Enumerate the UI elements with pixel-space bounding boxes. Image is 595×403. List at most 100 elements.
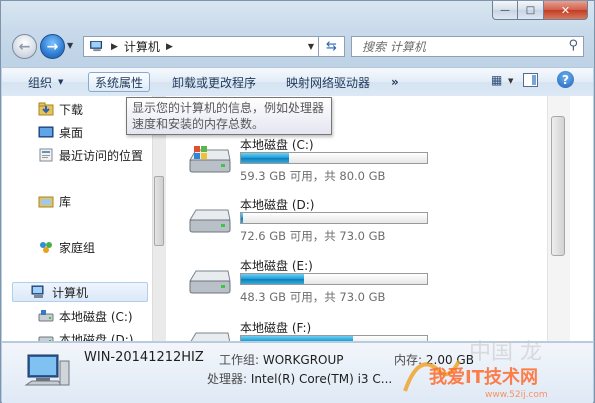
processor-label: 处理器: xyxy=(207,372,248,386)
drive-name: 本地磁盘 (D:) xyxy=(240,198,315,212)
nav-item-label: 本地磁盘 (C:) xyxy=(59,309,133,324)
drive-capacity-text: 48.3 GB 可用，共 73.0 GB xyxy=(240,290,386,304)
drive-name: 本地磁盘 (C:) xyxy=(240,138,314,152)
computer-name: WIN-20141212HIZ xyxy=(84,350,204,365)
drive-name: 本地磁盘 (F:) xyxy=(240,321,312,335)
system-properties-label: 系统属性 xyxy=(95,75,144,90)
memory-label: 内存: xyxy=(394,353,423,367)
history-dropdown-icon[interactable]: ▼ xyxy=(67,41,73,50)
drive-capacity-text: 72.6 GB 可用，共 73.0 GB xyxy=(240,229,386,243)
chevron-down-icon: ▼ xyxy=(58,78,64,86)
minimize-button[interactable]: — xyxy=(492,1,518,20)
computer-icon xyxy=(31,285,44,298)
workgroup-label: 工作组: xyxy=(219,353,260,367)
recent-places-icon xyxy=(39,148,53,162)
search-icon[interactable]: ⚲ xyxy=(568,38,578,53)
nav-item-label: 下载 xyxy=(59,102,84,117)
nav-item-label: 最近访问的位置 xyxy=(59,148,144,163)
more-commands-button[interactable]: » xyxy=(385,72,405,92)
breadcrumb-separator-icon[interactable]: ▶ xyxy=(166,42,173,52)
system-properties-button[interactable]: 系统属性 xyxy=(88,72,151,92)
tooltip-line: 显示您的计算机的信息，例如处理器 xyxy=(132,101,325,115)
desktop-icon xyxy=(38,126,54,138)
capacity-fill xyxy=(241,153,290,163)
download-folder-icon xyxy=(38,102,54,116)
preview-pane-icon[interactable] xyxy=(523,73,538,87)
search-placeholder: 搜索 计算机 xyxy=(362,40,426,54)
memory-field: 内存: 2.00 GB xyxy=(394,351,474,368)
tooltip-line: 速度和安装的内存总数。 xyxy=(132,117,265,131)
hard-drive-icon xyxy=(189,209,231,233)
drive-item-d[interactable]: 本地磁盘 (D:) 72.6 GB 可用，共 73.0 GB xyxy=(186,196,566,254)
nav-item-drive-c[interactable]: 本地磁盘 (C:) xyxy=(38,306,133,326)
refresh-icon: ⇆ xyxy=(326,39,337,54)
explorer-window: — □ ✕ ← → ▼ ▶ 计算机 ▶ ▼ ⇆ 搜索 计算机 ⚲ 组织 ▼ 系统属… xyxy=(0,0,595,403)
navigation-bar: ← → ▼ ▶ 计算机 ▶ ▼ ⇆ 搜索 计算机 ⚲ xyxy=(9,34,584,60)
capacity-bar xyxy=(240,212,428,224)
nav-item-label: 桌面 xyxy=(59,125,84,140)
command-bar: 组织 ▼ 系统属性 卸载或更改程序 映射网络驱动器 » ▦ ▼ ? xyxy=(2,67,593,97)
capacity-bar xyxy=(240,335,428,341)
drive-item-c[interactable]: 本地磁盘 (C:) 59.3 GB 可用，共 80.0 GB xyxy=(186,136,566,194)
drive-item-e[interactable]: 本地磁盘 (E:) 48.3 GB 可用，共 73.0 GB xyxy=(186,257,566,315)
forward-arrow-icon: → xyxy=(46,38,59,55)
help-icon[interactable]: ? xyxy=(557,71,574,88)
capacity-fill xyxy=(241,274,305,284)
map-drive-label: 映射网络驱动器 xyxy=(286,75,371,90)
scrollbar-thumb[interactable] xyxy=(154,176,164,246)
map-network-drive-button[interactable]: 映射网络驱动器 xyxy=(280,72,376,92)
memory-value: 2.00 GB xyxy=(425,353,474,367)
homegroup-icon xyxy=(40,242,52,253)
close-icon: ✕ xyxy=(560,3,571,17)
nav-item-homegroup[interactable]: 家庭组 xyxy=(38,237,95,257)
hard-drive-icon xyxy=(189,270,231,294)
address-bar[interactable]: ▶ 计算机 ▶ ▼ xyxy=(83,36,319,57)
maximize-button[interactable]: □ xyxy=(518,1,544,20)
computer-icon xyxy=(24,354,70,386)
hard-drive-icon xyxy=(190,332,231,341)
close-button[interactable]: ✕ xyxy=(544,1,588,20)
content-scrollbar[interactable] xyxy=(547,96,570,341)
nav-item-recent-places[interactable]: 最近访问的位置 xyxy=(38,145,143,165)
nav-item-label: 家庭组 xyxy=(59,240,96,255)
processor-value: Intel(R) Core(TM) i3 C... xyxy=(250,372,393,386)
drive-icon xyxy=(38,310,54,322)
nav-item-desktop[interactable]: 桌面 xyxy=(38,122,83,142)
libraries-icon xyxy=(38,196,54,208)
hard-drive-windows-icon xyxy=(189,146,231,173)
capacity-bar xyxy=(240,273,428,285)
uninstall-program-button[interactable]: 卸载或更改程序 xyxy=(166,72,262,92)
scrollbar-thumb[interactable] xyxy=(551,116,565,256)
nav-item-label: 计算机 xyxy=(52,285,89,300)
drive-name: 本地磁盘 (E:) xyxy=(240,259,313,273)
nav-item-computer[interactable]: 计算机 xyxy=(12,282,148,302)
back-arrow-icon: ← xyxy=(18,38,31,55)
nav-item-libraries[interactable]: 库 xyxy=(38,191,71,211)
nav-item-downloads[interactable]: 下载 xyxy=(38,99,83,119)
more-icon: » xyxy=(391,75,399,89)
system-properties-tooltip: 显示您的计算机的信息，例如处理器 速度和安装的内存总数。 xyxy=(126,97,332,135)
drive-item-f[interactable]: 本地磁盘 (F:) xyxy=(186,319,566,341)
capacity-bar xyxy=(240,152,428,164)
nav-item-drive-d[interactable]: 本地磁盘 (D:) xyxy=(38,329,133,341)
breadcrumb-separator-icon[interactable]: ▶ xyxy=(111,42,118,52)
change-view-icon[interactable]: ▦ xyxy=(491,73,502,87)
uninstall-label: 卸载或更改程序 xyxy=(172,75,257,90)
breadcrumb-computer[interactable]: 计算机 xyxy=(124,38,160,55)
organize-button[interactable]: 组织 ▼ xyxy=(22,72,69,92)
details-pane: WIN-20141212HIZ 工作组: WORKGROUP 内存: 2.00 … xyxy=(2,342,593,403)
processor-field: 处理器: Intel(R) Core(TM) i3 C... xyxy=(207,370,392,387)
address-dropdown-icon[interactable]: ▼ xyxy=(308,42,314,51)
workgroup-field: 工作组: WORKGROUP xyxy=(219,351,344,368)
refresh-button[interactable]: ⇆ xyxy=(319,36,345,57)
search-input[interactable]: 搜索 计算机 ⚲ xyxy=(351,36,584,57)
maximize-icon: □ xyxy=(525,4,536,16)
drive-icon xyxy=(38,336,54,341)
view-dropdown-icon[interactable]: ▼ xyxy=(508,77,513,85)
back-button[interactable]: ← xyxy=(12,34,37,59)
organize-label: 组织 xyxy=(28,75,53,90)
caption-buttons: — □ ✕ xyxy=(492,1,588,20)
capacity-fill xyxy=(241,336,353,341)
forward-button[interactable]: → xyxy=(40,34,65,59)
computer-icon xyxy=(90,41,103,52)
